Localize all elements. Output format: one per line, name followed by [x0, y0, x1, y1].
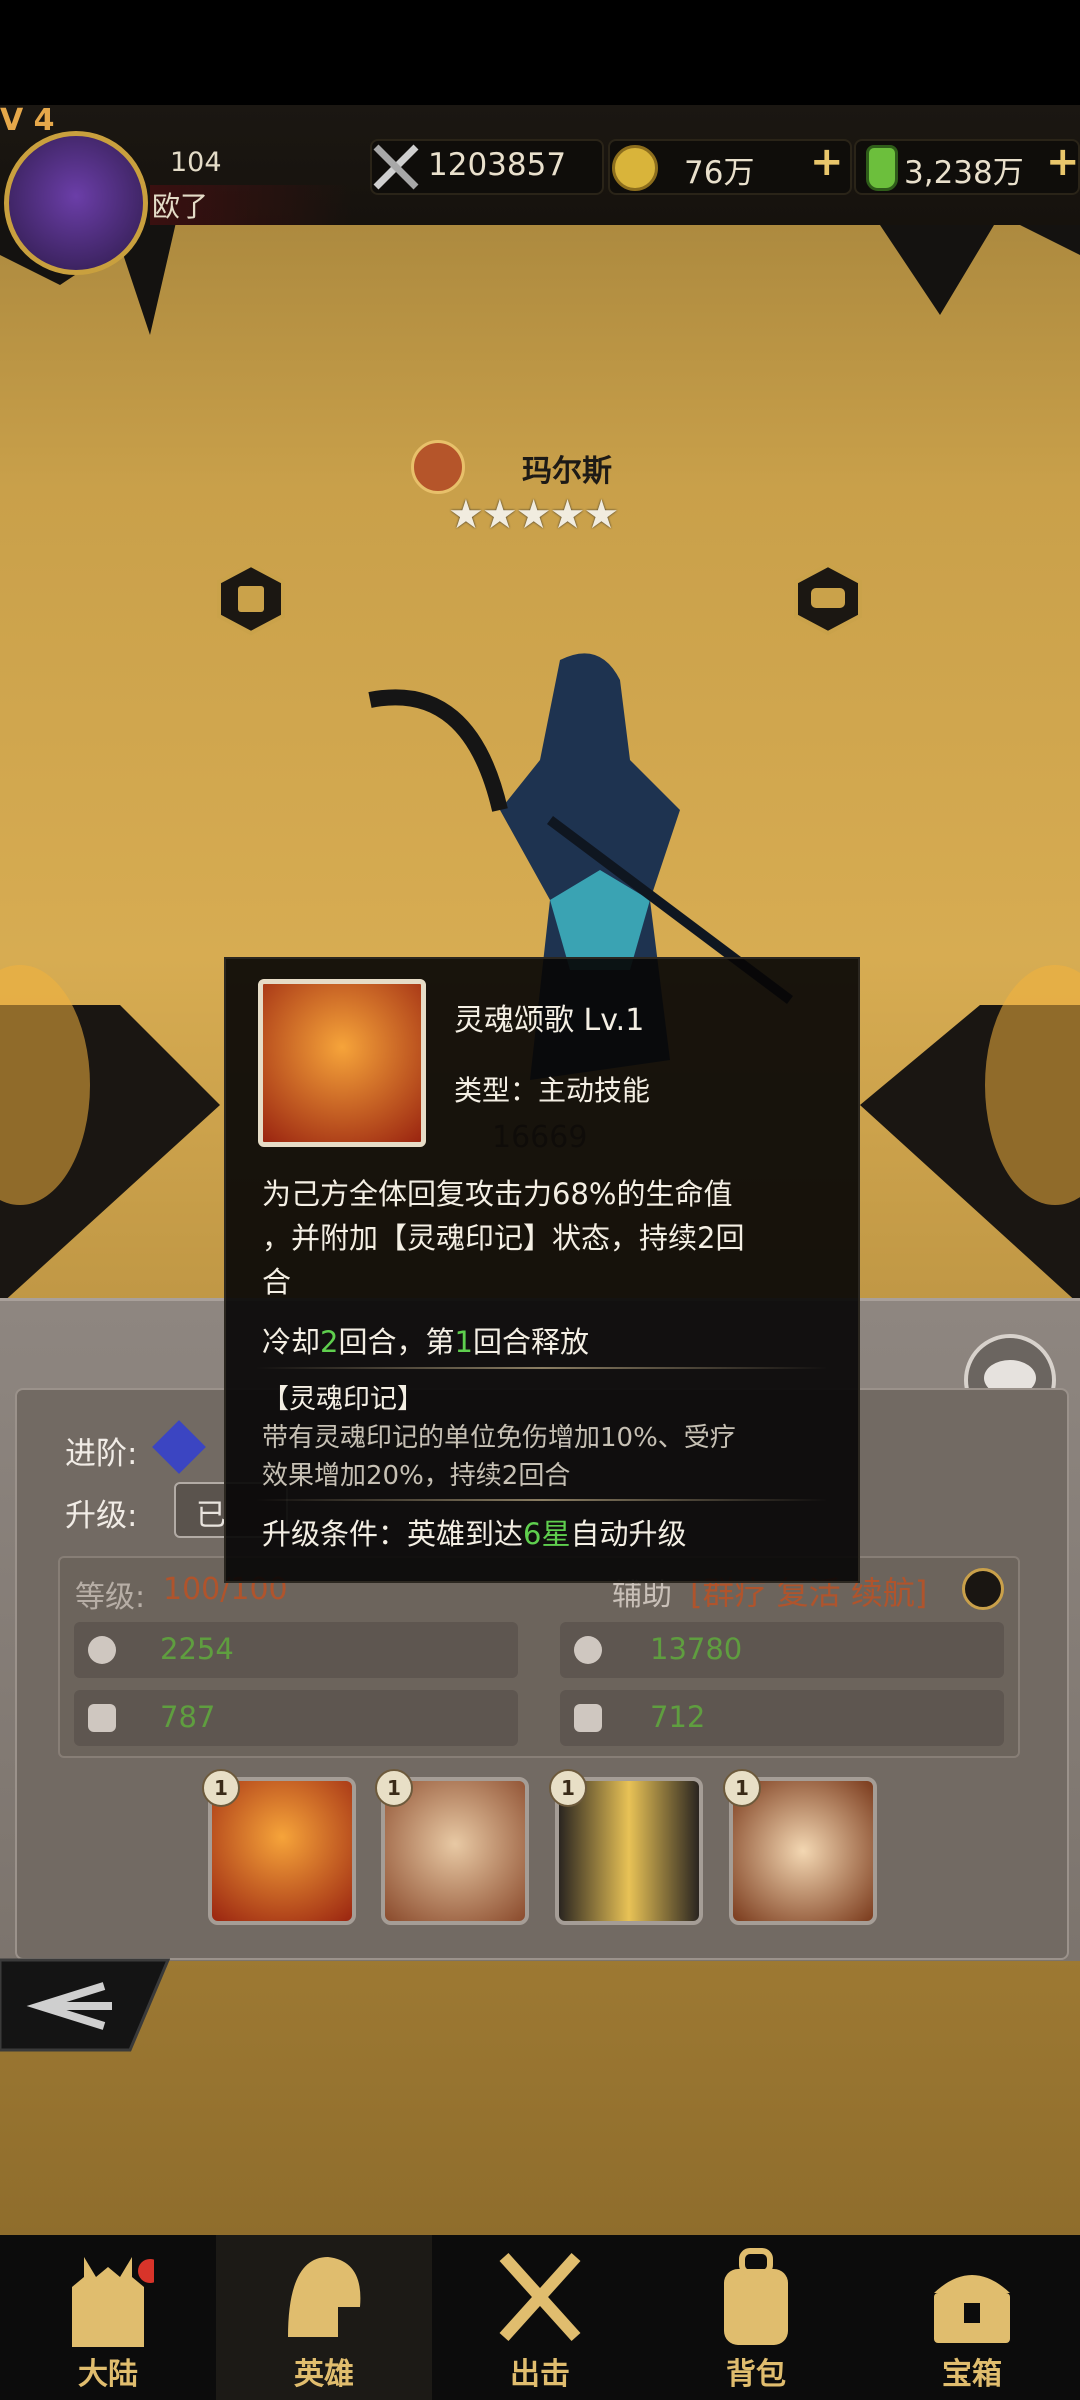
tooltip-divider: [256, 1367, 828, 1369]
skill-spear[interactable]: 1: [549, 1769, 703, 1925]
star-icon: ★: [549, 492, 586, 538]
nav-label: 宝箱: [942, 2357, 1002, 2392]
skill-book[interactable]: 1: [375, 1769, 529, 1925]
skill-level-badge: 1: [549, 1769, 587, 1807]
tooltip-mark-title: 【灵魂印记】: [262, 1384, 424, 1415]
plus-icon[interactable]: +: [810, 139, 844, 185]
tooltip-desc-line-1: 为己方全体回复攻击力68%的生命值: [262, 1177, 733, 1211]
tooltip-desc-line-2: ，并附加【灵魂印记】状态，持续2回: [262, 1221, 745, 1255]
skill-level-badge: 1: [202, 1769, 240, 1807]
defense-value: 787: [160, 1700, 216, 1734]
sword-stat-icon: [88, 1636, 116, 1664]
hp-value: 13780: [650, 1632, 743, 1666]
star-icon: ★: [481, 492, 518, 538]
stat-defense: 787: [74, 1690, 518, 1746]
nav-hero[interactable]: 英雄: [216, 2235, 432, 2400]
armor-icon[interactable]: [214, 562, 288, 636]
upgrade-star-req: 6星: [523, 1517, 571, 1551]
gold-pill: 76万 +: [608, 139, 852, 195]
tooltip-skill-name: 灵魂颂歌 Lv.1: [454, 1003, 645, 1038]
combat-power-pill: 1203857: [370, 139, 604, 195]
bottom-nav: 大陆 英雄 出击 背包 宝箱: [0, 2235, 1080, 2400]
heart-icon: [574, 1636, 602, 1664]
potion-pill: 3,238万 +: [854, 139, 1080, 195]
hero-name: 玛尔斯: [522, 454, 612, 489]
nav-chest[interactable]: 宝箱: [864, 2235, 1080, 2400]
back-arrow-icon[interactable]: [0, 1956, 170, 2052]
skill-level-badge: 1: [723, 1769, 761, 1807]
castle-icon: [72, 2257, 154, 2347]
nav-label: 英雄: [294, 2357, 354, 2392]
cooldown-first-round: 1: [454, 1325, 473, 1359]
backpack-icon: [724, 2248, 788, 2345]
skill-soul-hymn[interactable]: 1: [202, 1769, 356, 1925]
attack-value: 2254: [160, 1632, 234, 1666]
combat-power-value: 1203857: [428, 147, 567, 183]
upgrade-button-label: 已: [196, 1498, 226, 1533]
skill-tooltip: 灵魂颂歌 Lv.1 类型：主动技能 为己方全体回复攻击力68%的生命值 ，并附加…: [224, 957, 860, 1583]
tooltip-cooldown: 冷却2回合，第1回合释放: [262, 1319, 589, 1361]
chat-icon[interactable]: [791, 562, 865, 636]
star-icon: ★: [448, 492, 484, 538]
cooldown-text-a: 冷却: [262, 1325, 321, 1359]
stat-hp: 13780: [560, 1622, 1004, 1678]
gold-value: 76万: [684, 155, 755, 191]
crossed-swords-icon: [499, 2252, 581, 2342]
tooltip-desc-line-3: 合: [262, 1265, 292, 1299]
nav-battle[interactable]: 出击: [432, 2235, 648, 2400]
stat-attack: 2254: [74, 1622, 518, 1678]
star-icon: ★: [515, 492, 552, 538]
upgrade-text-a: 升级条件：英雄到达: [262, 1517, 524, 1551]
coin-icon: [612, 145, 658, 191]
emblem-icon: [411, 440, 465, 494]
skill-level-badge: 1: [375, 1769, 413, 1807]
player-name: 欧了: [150, 185, 352, 225]
cooldown-text-e: 回合释放: [472, 1325, 589, 1359]
nav-label: 大陆: [78, 2357, 138, 2392]
nav-label: 背包: [726, 2357, 786, 2392]
chest-icon: [934, 2275, 1010, 2343]
nav-label: 出击: [510, 2357, 570, 2392]
player-level: V 4: [0, 103, 55, 138]
cooldown-value: 2: [320, 1325, 339, 1359]
top-status-bar: V 4 104 欧了 1203857 76万 + 3,238万 +: [0, 103, 1080, 275]
helmet-icon: [288, 2257, 361, 2337]
level-label: 等级:: [75, 1580, 146, 1615]
tooltip-upgrade-condition: 升级条件：英雄到达6星自动升级: [262, 1511, 686, 1553]
nav-backpack[interactable]: 背包: [648, 2235, 864, 2400]
hero-stars: ★★★★★: [448, 492, 619, 538]
tooltip-mark-line-1: 带有灵魂印记的单位免伤增加10%、受疗: [262, 1423, 736, 1453]
upgrade-label: 升级:: [65, 1498, 138, 1534]
tooltip-skill-type: 类型：主动技能: [454, 1074, 651, 1107]
plus-icon[interactable]: +: [1046, 139, 1080, 185]
potion-icon: [866, 145, 898, 191]
boot-icon: [574, 1704, 602, 1732]
player-power: 104: [170, 147, 222, 178]
nav-continent[interactable]: 大陆: [0, 2235, 216, 2400]
advance-label: 进阶:: [65, 1436, 138, 1472]
swords-icon: [373, 144, 419, 190]
tooltip-divider: [256, 1499, 828, 1501]
speed-value: 712: [650, 1700, 706, 1734]
help-icon[interactable]: [962, 1568, 1004, 1610]
upgrade-text-c: 自动升级: [570, 1517, 687, 1551]
skill-aura[interactable]: 1: [723, 1769, 877, 1925]
star-icon: ★: [583, 492, 619, 538]
player-avatar[interactable]: [4, 131, 148, 275]
potion-value: 3,238万: [904, 155, 1024, 191]
tooltip-skill-icon: [258, 979, 426, 1147]
stat-speed: 712: [560, 1690, 1004, 1746]
cooldown-text-c: 回合，第: [338, 1325, 455, 1359]
shield-icon: [88, 1704, 116, 1732]
tooltip-mark-line-2: 效果增加20%，持续2回合: [262, 1461, 571, 1491]
